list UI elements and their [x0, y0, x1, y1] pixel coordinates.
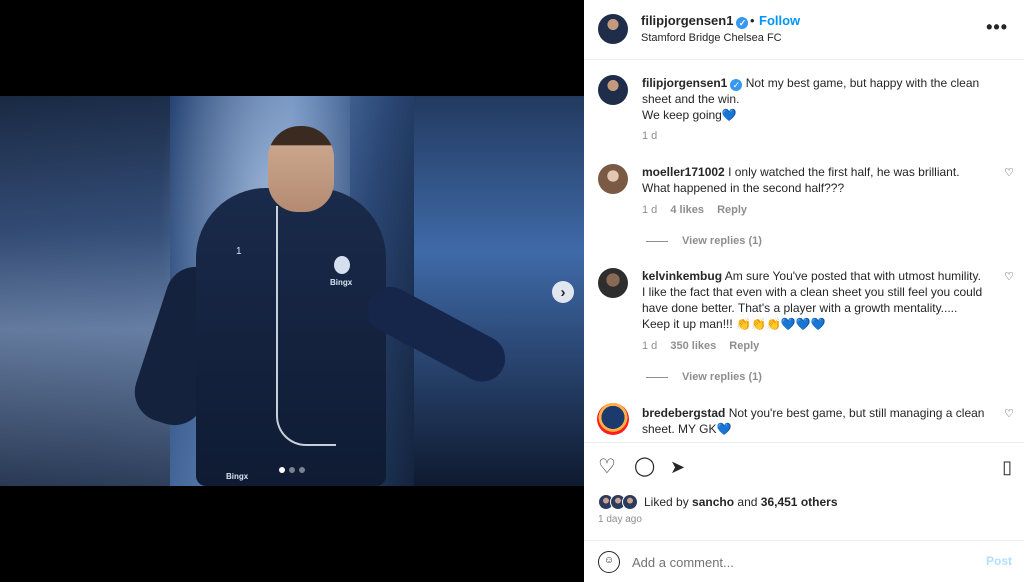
likes-text: Liked by sancho and 36,451 others	[644, 495, 838, 509]
liker-avatar	[622, 494, 638, 510]
bookmark-icon[interactable]: ▯	[1002, 456, 1012, 478]
jacket-brand: Bingx	[330, 278, 353, 287]
media-pane: 1 Bingx Bingx ›	[0, 0, 584, 582]
comment-icon[interactable]: ◯	[634, 456, 655, 478]
carousel-indicator	[279, 467, 305, 473]
share-icon[interactable]: ➤	[670, 456, 685, 478]
post-photo[interactable]: 1 Bingx Bingx	[0, 96, 584, 486]
likes-summary[interactable]: Liked by sancho and 36,451 others	[598, 492, 838, 512]
author-avatar[interactable]	[598, 14, 628, 44]
follow-button[interactable]: Follow	[759, 13, 800, 28]
comment-like-icon[interactable]: ♡	[1004, 407, 1014, 420]
heart-icon[interactable]: ♡	[598, 456, 616, 478]
comment-meta: 1 d 350 likes Reply	[642, 340, 769, 352]
comment-text: bredebergstad Not you're best game, but …	[642, 406, 985, 436]
comment-like-icon[interactable]: ♡	[1004, 270, 1014, 283]
author-avatar[interactable]	[598, 75, 628, 105]
crowd-left	[0, 96, 170, 486]
next-photo-button[interactable]: ›	[552, 281, 574, 303]
view-replies-button[interactable]: View replies (1)	[646, 235, 762, 247]
emoji-icon[interactable]: ☺	[598, 551, 620, 573]
post-header: filipjorgensen1 ✓ • Follow Stamford Bridg…	[584, 0, 1024, 60]
comment-time[interactable]: 1 d	[642, 204, 657, 216]
trousers-brand: Bingx	[226, 472, 249, 481]
reply-button[interactable]: Reply	[717, 204, 747, 216]
jersey-number: 1	[236, 246, 242, 257]
carousel-dot	[299, 467, 305, 473]
post-sidebar: filipjorgensen1 ✓ • Follow Stamford Bridg…	[584, 0, 1024, 582]
caption-username[interactable]: filipjorgensen1	[642, 76, 727, 90]
comment-text: kelvinkembug Am sure You've posted that …	[642, 269, 983, 331]
commenter-avatar[interactable]	[597, 403, 629, 435]
verified-icon: ✓	[730, 79, 743, 91]
caption-time[interactable]: 1 d	[642, 130, 657, 142]
club-crest	[334, 256, 350, 274]
comment-username[interactable]: bredebergstad	[642, 406, 725, 420]
liker-username[interactable]: sancho	[692, 495, 734, 509]
posted-time[interactable]: 1 day ago	[598, 514, 642, 525]
comment-username[interactable]: kelvinkembug	[642, 269, 722, 283]
comment-username[interactable]: moeller171002	[642, 165, 725, 179]
earphone-cable	[276, 206, 336, 446]
more-icon[interactable]: •••	[986, 17, 1008, 38]
caption-meta: 1 d	[642, 130, 667, 142]
post-location[interactable]: Stamford Bridge Chelsea FC	[641, 32, 782, 44]
carousel-dot	[279, 467, 285, 473]
post-comment-button[interactable]: Post	[986, 554, 1012, 568]
comment-input[interactable]	[632, 552, 962, 572]
comment-time[interactable]: 1 d	[642, 340, 657, 352]
separator: •	[750, 13, 755, 28]
comment-likes[interactable]: 350 likes	[670, 340, 716, 352]
view-replies-button[interactable]: View replies (1)	[646, 371, 762, 383]
comment-text: moeller171002 I only watched the first h…	[642, 165, 960, 195]
add-comment-bar: ☺ Post	[584, 540, 1024, 582]
author-username[interactable]: filipjorgensen1 ✓	[641, 13, 749, 29]
carousel-dot	[289, 467, 295, 473]
likes-others[interactable]: 36,451 others	[761, 495, 838, 509]
reply-button[interactable]: Reply	[729, 340, 759, 352]
chevron-right-icon: ›	[560, 283, 566, 301]
action-bar: ♡ ◯ ➤ ▯	[584, 450, 1024, 486]
comment-likes[interactable]: 4 likes	[670, 204, 704, 216]
commenter-avatar[interactable]	[598, 164, 628, 194]
player-head	[268, 126, 334, 212]
comments-list[interactable]: filipjorgensen1 ✓ Not my best game, but h…	[584, 60, 1024, 443]
comment-meta: 1 d 4 likes Reply	[642, 204, 757, 216]
commenter-avatar[interactable]	[598, 268, 628, 298]
verified-icon: ✓	[736, 17, 749, 29]
caption-text: filipjorgensen1 ✓ Not my best game, but h…	[642, 76, 980, 122]
liker-avatars	[598, 494, 638, 510]
comment-like-icon[interactable]: ♡	[1004, 166, 1014, 179]
